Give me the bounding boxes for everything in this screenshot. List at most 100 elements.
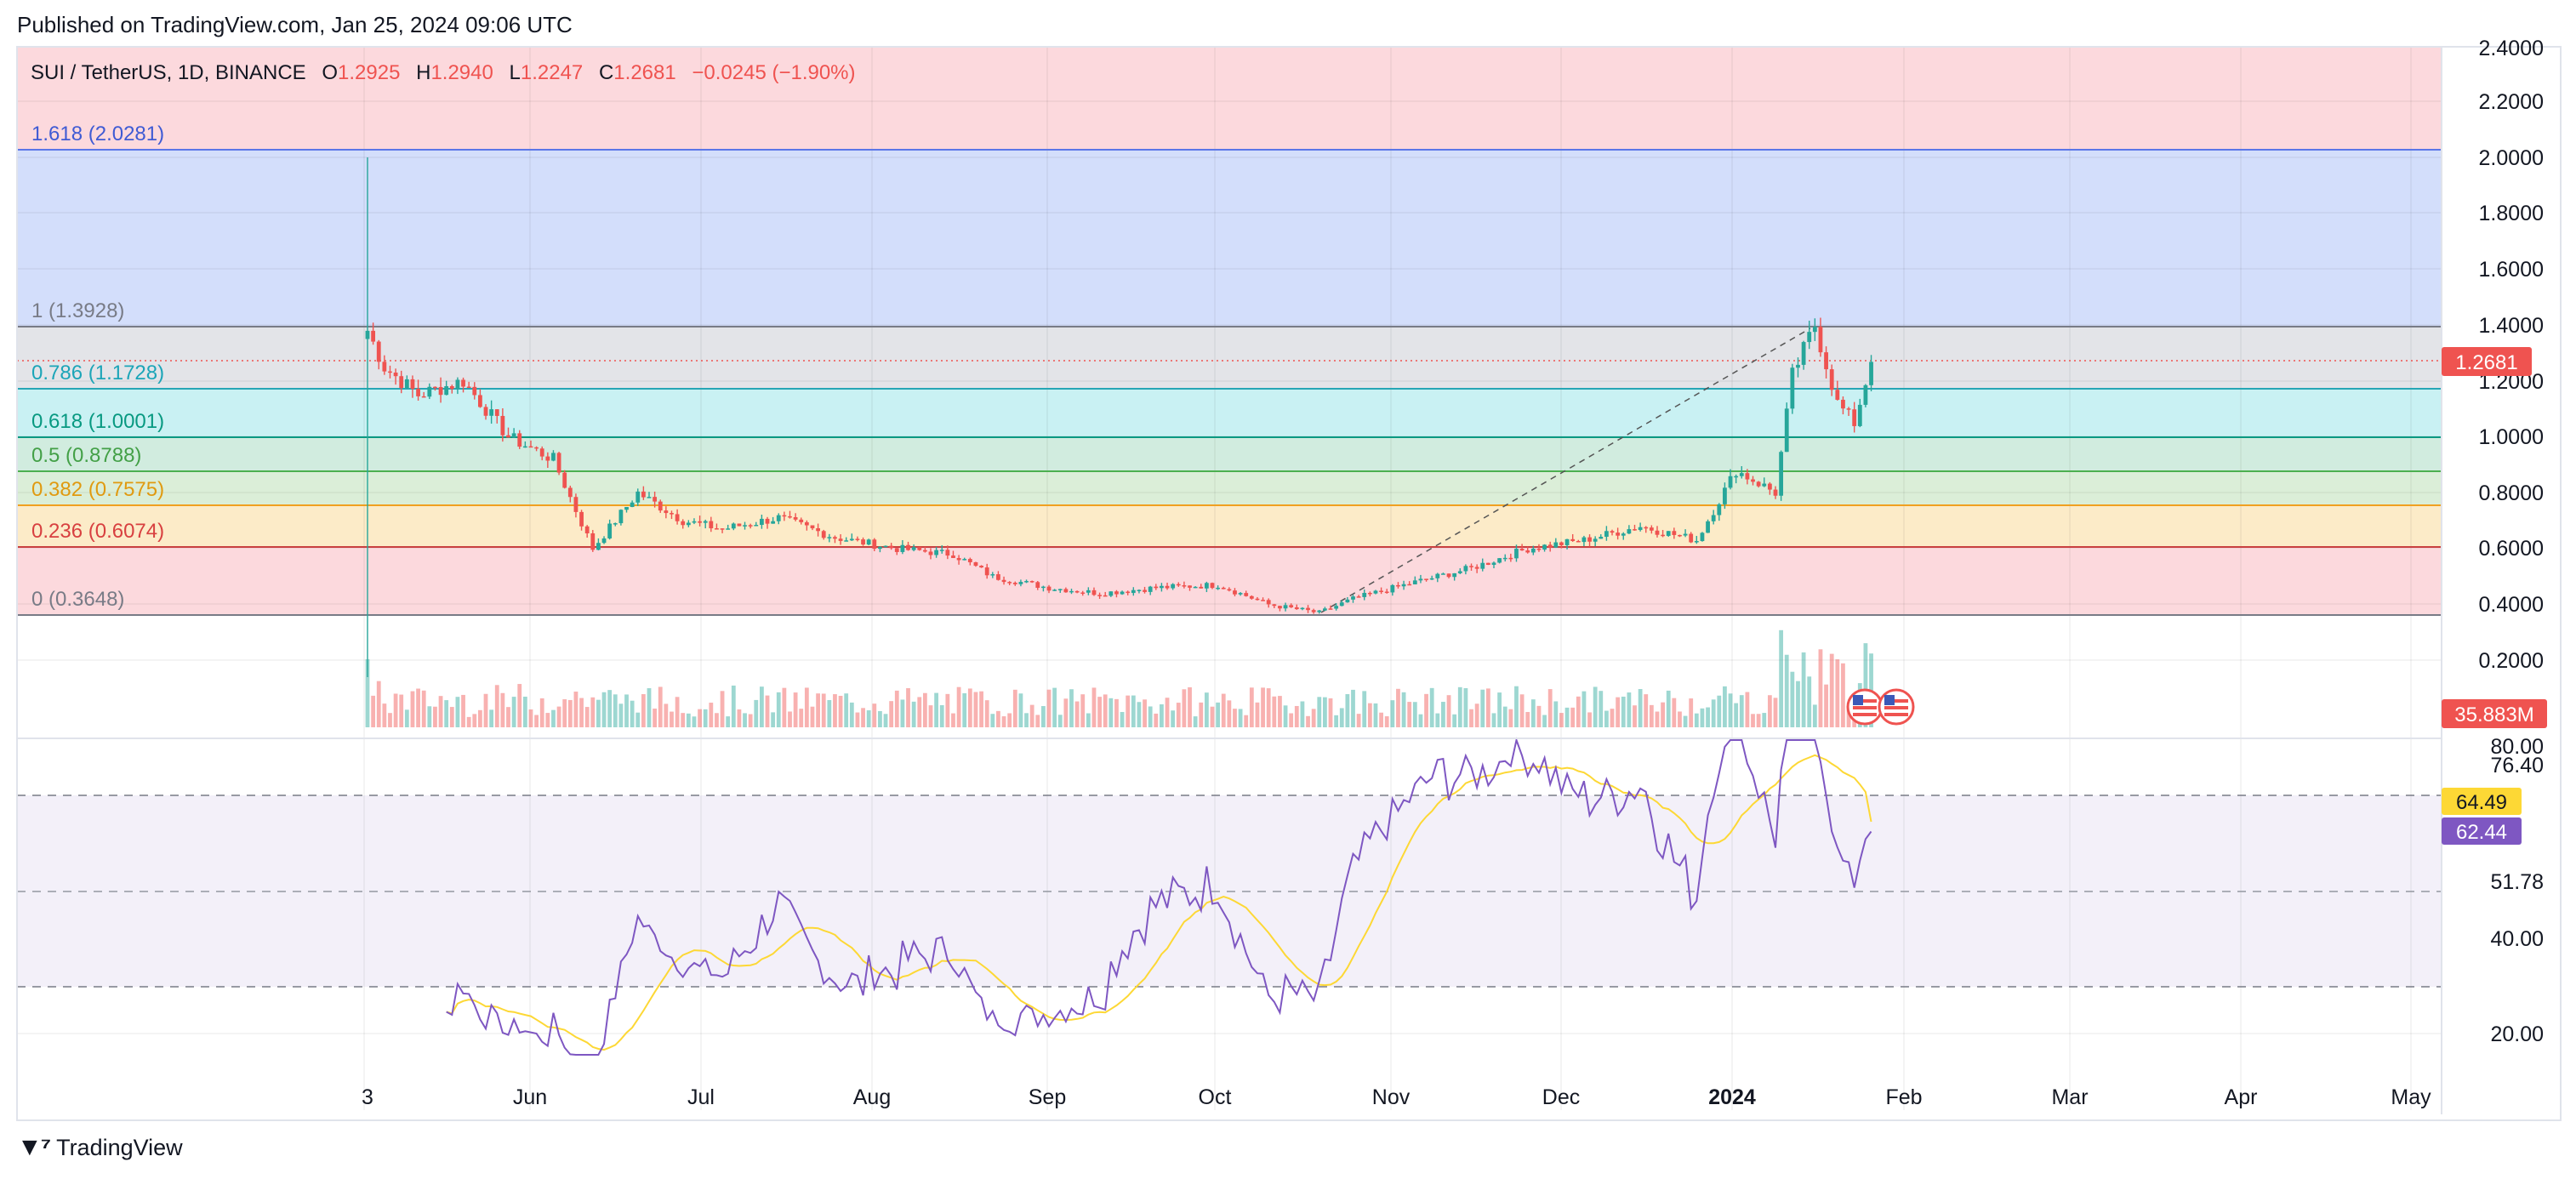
candle-body — [861, 539, 865, 545]
volume-bar — [1306, 715, 1310, 727]
svg-text:Sep: Sep — [1029, 1085, 1066, 1109]
candle-body — [686, 522, 691, 526]
svg-text:1.8000: 1.8000 — [2479, 202, 2544, 225]
candle-body — [1199, 586, 1204, 589]
volume-bar — [844, 693, 849, 727]
candle-body — [416, 389, 420, 396]
volume-bar — [1024, 713, 1029, 727]
candle-body — [1824, 352, 1828, 370]
candle-body — [1120, 591, 1125, 595]
tradingview-logo-icon: ▼⁷ — [17, 1133, 51, 1161]
volume-bar — [1536, 705, 1542, 727]
volume-bar — [760, 686, 764, 727]
candle-body — [1412, 580, 1417, 584]
candle-body — [1463, 566, 1468, 572]
volume-bar — [1097, 697, 1102, 727]
candle-body — [1530, 549, 1536, 553]
candle-body — [556, 453, 561, 473]
volume-bar — [461, 694, 465, 727]
candle-body — [681, 521, 686, 526]
volume-bar — [1086, 713, 1091, 727]
candle-body — [584, 526, 590, 533]
rsi-pane — [17, 737, 2442, 1056]
candle-body — [1829, 369, 1834, 390]
svg-text:0.8000: 0.8000 — [2479, 481, 2544, 505]
volume-bar — [500, 692, 505, 727]
svg-text:1.0000: 1.0000 — [2479, 425, 2544, 449]
candle-body — [365, 330, 370, 339]
volume-bar — [670, 711, 674, 727]
volume-bar — [1841, 663, 1845, 727]
candle-body — [1035, 582, 1040, 588]
volume-bar — [483, 693, 488, 727]
svg-text:0.2000: 0.2000 — [2479, 649, 2544, 673]
candle-body — [1012, 583, 1017, 584]
volume-bar — [1491, 713, 1496, 727]
tradingview-logo[interactable]: ▼⁷ TradingView — [17, 1133, 183, 1162]
candle-body — [551, 453, 556, 461]
volume-bar — [534, 715, 539, 727]
volume-bar — [1587, 712, 1592, 727]
volume-bar — [1351, 689, 1355, 727]
trading-chart[interactable]: 1.618 (2.0281) 1 (1.3928) 0.786 (1.1728)… — [0, 0, 2576, 1179]
volume-bar — [393, 693, 398, 727]
candle-body — [1638, 527, 1643, 531]
candle-body — [698, 521, 702, 523]
candle-body — [821, 531, 826, 538]
volume-bar — [1210, 706, 1215, 727]
candle-body — [872, 539, 877, 550]
candle-body — [1801, 342, 1806, 365]
candle-body — [1165, 585, 1170, 589]
candle-body — [731, 523, 736, 529]
candle-body — [788, 515, 792, 518]
candle-body — [1796, 364, 1800, 368]
us-flag-event-icon[interactable] — [1878, 688, 1915, 726]
candle-body — [816, 528, 820, 532]
volume-bar — [517, 684, 522, 727]
candle-body — [1328, 608, 1333, 610]
volume-bar — [1796, 681, 1800, 727]
candle-body — [653, 497, 658, 502]
svg-text:0.6000: 0.6000 — [2479, 537, 2544, 561]
candle-body — [1604, 531, 1609, 537]
svg-text:20.00: 20.00 — [2490, 1022, 2544, 1046]
volume-bar — [427, 706, 432, 727]
volume-bar — [1069, 689, 1074, 727]
volume-bar — [1384, 716, 1389, 727]
volume-bar — [788, 711, 792, 727]
candle-body — [1182, 585, 1187, 587]
candle-body — [1441, 573, 1445, 575]
volume-bar — [1790, 671, 1795, 727]
volume-bar — [382, 703, 387, 727]
volume-bar — [1029, 704, 1034, 727]
candle-body — [894, 548, 899, 552]
svg-text:40.00: 40.00 — [2490, 927, 2544, 951]
volume-bar — [1334, 715, 1339, 727]
candle-body — [984, 567, 989, 576]
volume-bar — [962, 692, 967, 727]
candle-body — [1734, 476, 1739, 478]
volume-bar — [1345, 694, 1350, 727]
volume-bar — [556, 706, 561, 727]
us-flag-event-icon[interactable] — [1846, 688, 1884, 726]
volume-bar — [1362, 691, 1367, 727]
candle-body — [782, 515, 787, 517]
candle-body — [1841, 399, 1845, 409]
candle-body — [1835, 390, 1840, 400]
volume-bar — [1599, 691, 1604, 727]
candle-body — [922, 550, 927, 552]
candle-body — [601, 538, 607, 544]
candle-body — [1131, 590, 1136, 594]
candle-body — [1407, 584, 1412, 586]
volume-bar — [1812, 704, 1817, 727]
candle-body — [967, 559, 972, 562]
candle-body — [1311, 610, 1316, 612]
candle-body — [765, 518, 770, 524]
volume-bar — [979, 691, 983, 727]
volume-bar — [1779, 629, 1784, 727]
volume-bar — [1627, 692, 1632, 727]
candle-body — [1244, 593, 1249, 596]
svg-text:SUI / TetherUS, 1D, BINANCE: SUI / TetherUS, 1D, BINANCE O1.2925 H1.2… — [31, 61, 856, 84]
volume-bar — [861, 708, 865, 727]
volume-bar — [1266, 688, 1271, 727]
